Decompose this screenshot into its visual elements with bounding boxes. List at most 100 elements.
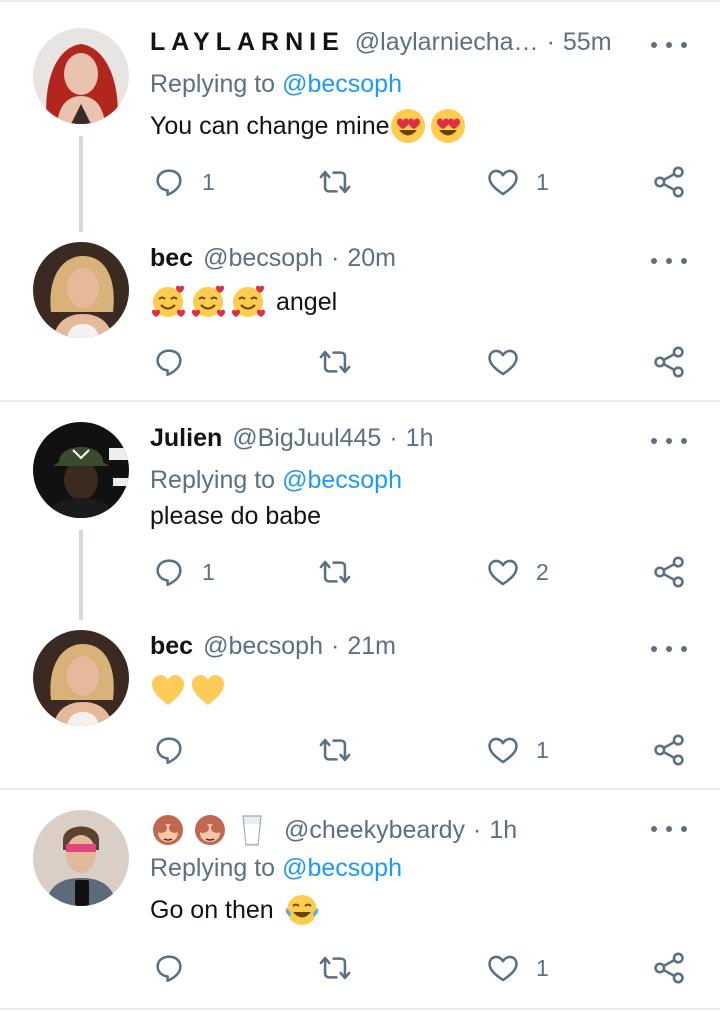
like-icon bbox=[486, 555, 520, 589]
more-icon[interactable] bbox=[651, 819, 687, 839]
like-icon bbox=[486, 345, 520, 379]
retweet-button[interactable] bbox=[318, 730, 352, 770]
more-icon[interactable] bbox=[651, 431, 687, 451]
like-count: 1 bbox=[536, 736, 549, 763]
separator-dot: · bbox=[473, 815, 482, 844]
separator-dot: · bbox=[389, 423, 398, 452]
retweet-icon bbox=[318, 555, 352, 589]
avatar[interactable] bbox=[33, 810, 129, 906]
tweet-text-content: angel bbox=[276, 287, 338, 316]
like-button[interactable]: 2 bbox=[486, 552, 549, 592]
like-icon bbox=[486, 165, 520, 199]
like-button[interactable]: 1 bbox=[486, 162, 549, 202]
mention-link[interactable]: @becsoph bbox=[282, 70, 402, 98]
separator-dot: · bbox=[331, 631, 340, 660]
more-icon[interactable] bbox=[651, 251, 687, 271]
reply-button[interactable] bbox=[152, 342, 186, 382]
reply-icon bbox=[152, 951, 186, 985]
like-button[interactable]: 1 bbox=[486, 730, 549, 770]
heart-eyes-emoji-icon bbox=[430, 108, 466, 144]
replying-to: Replying to @becsoph bbox=[150, 854, 402, 883]
more-icon[interactable] bbox=[651, 639, 687, 659]
like-icon bbox=[486, 733, 520, 767]
like-count: 1 bbox=[536, 168, 549, 195]
yellow-heart-emoji-icon bbox=[150, 672, 186, 708]
author-name[interactable]: Julien bbox=[150, 424, 222, 453]
tweet[interactable]: LAYLARNIE @laylarniecha… · 55m Replying … bbox=[0, 0, 720, 232]
retweet-button[interactable] bbox=[318, 162, 352, 202]
share-icon bbox=[652, 345, 686, 379]
reply-button[interactable] bbox=[152, 948, 186, 988]
share-button[interactable] bbox=[652, 948, 686, 988]
avatar[interactable] bbox=[33, 630, 129, 726]
avatar[interactable] bbox=[33, 422, 129, 518]
author-handle[interactable]: @laylarniecha… bbox=[355, 28, 539, 57]
glass-of-milk-emoji-icon bbox=[234, 812, 270, 848]
timestamp[interactable]: 1h bbox=[406, 424, 434, 453]
timestamp[interactable]: 21m bbox=[347, 632, 396, 661]
share-icon bbox=[652, 951, 686, 985]
tweet-text-content: You can change mine bbox=[150, 111, 390, 140]
more-icon[interactable] bbox=[651, 35, 687, 55]
replying-label: Replying to bbox=[150, 70, 276, 98]
author-handle[interactable]: @becsoph bbox=[203, 632, 323, 661]
like-count: 1 bbox=[536, 954, 549, 981]
share-button[interactable] bbox=[652, 552, 686, 592]
replying-to: Replying to @becsoph bbox=[150, 70, 402, 99]
reply-icon bbox=[152, 555, 186, 589]
tweet-text: please do babe bbox=[150, 502, 321, 531]
tears-of-joy-emoji-icon bbox=[284, 892, 320, 928]
tweet-text-content: Go on then bbox=[150, 895, 274, 924]
share-button[interactable] bbox=[652, 730, 686, 770]
retweet-icon bbox=[318, 951, 352, 985]
yellow-heart-emoji-icon bbox=[190, 672, 226, 708]
mention-link[interactable]: @becsoph bbox=[282, 854, 402, 882]
tweet-text: Go on then bbox=[150, 892, 320, 928]
author-name[interactable]: LAYLARNIE bbox=[150, 28, 345, 57]
author-name[interactable]: bec bbox=[150, 244, 193, 273]
see-no-evil-monkey-emoji-icon bbox=[150, 812, 186, 848]
reply-count: 1 bbox=[202, 558, 215, 585]
smiling-hearts-emoji-icon bbox=[190, 284, 226, 320]
tweet-text: angel bbox=[150, 284, 337, 320]
author-name[interactable]: bec bbox=[150, 632, 193, 661]
reply-count: 1 bbox=[202, 168, 215, 195]
avatar[interactable] bbox=[33, 242, 129, 338]
smiling-hearts-emoji-icon bbox=[230, 284, 266, 320]
timestamp[interactable]: 20m bbox=[347, 244, 396, 273]
tweet[interactable]: bec @becsoph · 21m 1 bbox=[0, 620, 720, 788]
reply-button[interactable]: 1 bbox=[152, 162, 215, 202]
tweet[interactable]: bec @becsoph · 20m angel bbox=[0, 232, 720, 400]
tweet[interactable]: Julien @BigJuul445 · 1h Replying to @becs… bbox=[0, 402, 720, 620]
avatar[interactable] bbox=[33, 28, 129, 124]
timestamp[interactable]: 55m bbox=[563, 28, 612, 57]
reply-icon bbox=[152, 733, 186, 767]
share-button[interactable] bbox=[652, 162, 686, 202]
timestamp[interactable]: 1h bbox=[489, 816, 517, 845]
reply-icon bbox=[152, 165, 186, 199]
author-handle[interactable]: @becsoph bbox=[203, 244, 323, 273]
retweet-button[interactable] bbox=[318, 552, 352, 592]
separator-dot: · bbox=[331, 243, 340, 272]
like-button[interactable] bbox=[486, 342, 520, 382]
reply-button[interactable] bbox=[152, 730, 186, 770]
reply-button[interactable]: 1 bbox=[152, 552, 215, 592]
retweet-button[interactable] bbox=[318, 948, 352, 988]
share-icon bbox=[652, 733, 686, 767]
tweet[interactable]: @cheekybeardy · 1h Replying to @becsoph G… bbox=[0, 790, 720, 1012]
share-button[interactable] bbox=[652, 342, 686, 382]
author-handle[interactable]: @cheekybeardy bbox=[284, 816, 465, 845]
like-count: 2 bbox=[536, 558, 549, 585]
see-no-evil-monkey-emoji-icon bbox=[192, 812, 228, 848]
mention-link[interactable]: @becsoph bbox=[282, 466, 402, 494]
bottom-divider bbox=[0, 1008, 720, 1010]
retweet-icon bbox=[318, 165, 352, 199]
retweet-button[interactable] bbox=[318, 342, 352, 382]
author-handle[interactable]: @BigJuul445 bbox=[232, 424, 381, 453]
like-button[interactable]: 1 bbox=[486, 948, 549, 988]
replying-label: Replying to bbox=[150, 854, 276, 882]
tweet-text-content: please do babe bbox=[150, 502, 321, 530]
retweet-icon bbox=[318, 345, 352, 379]
replying-to: Replying to @becsoph bbox=[150, 466, 402, 495]
reply-icon bbox=[152, 345, 186, 379]
